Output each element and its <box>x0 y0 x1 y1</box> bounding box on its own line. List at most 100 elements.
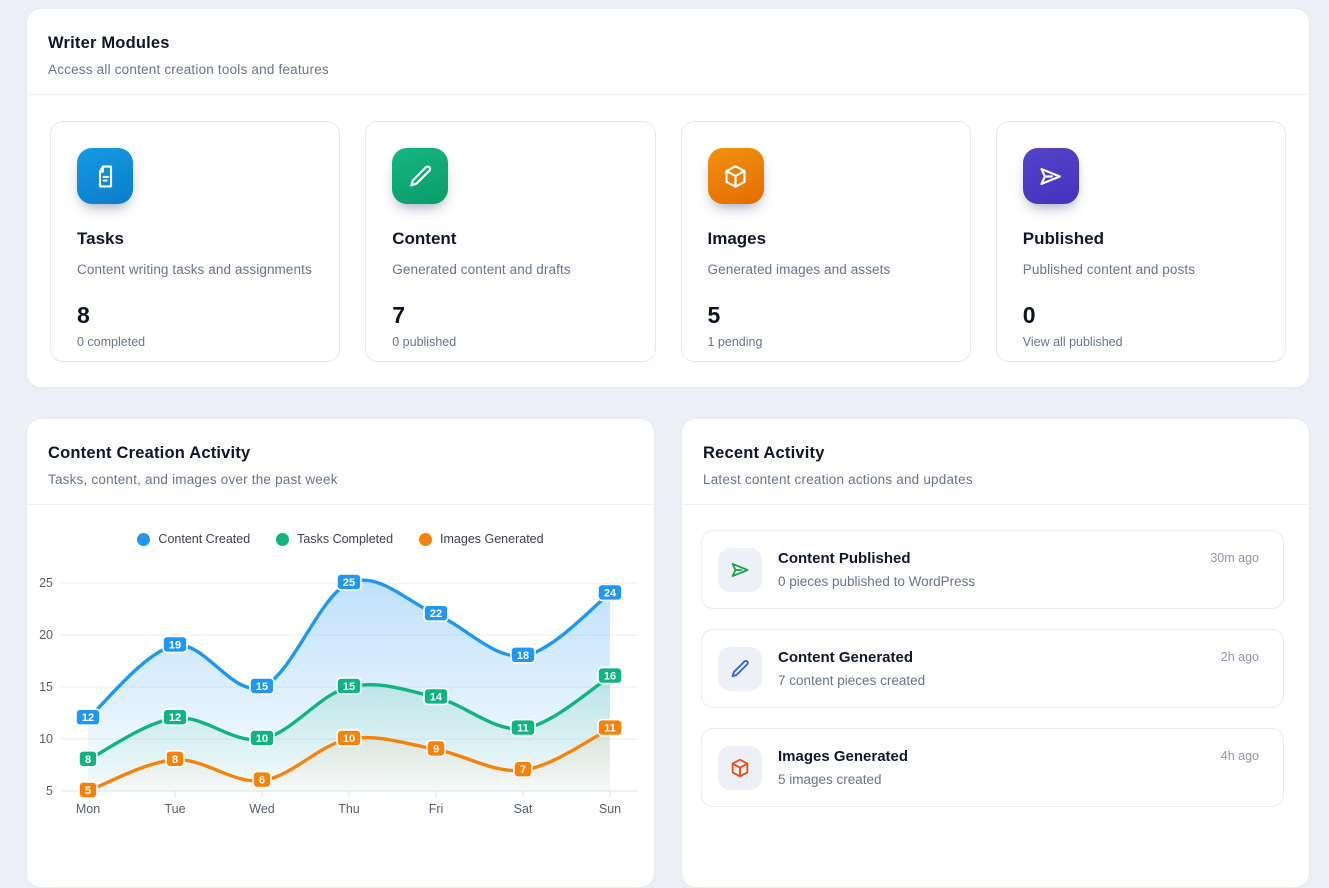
svg-text:10: 10 <box>256 733 268 745</box>
writer-modules-header: Writer Modules Access all content creati… <box>27 9 1309 77</box>
svg-text:Mon: Mon <box>76 802 100 816</box>
activity-title: Content Generated <box>778 649 1221 666</box>
module-card-published[interactable]: Published Published content and posts 0 … <box>996 121 1286 362</box>
activity-list: Content Published 0 pieces published to … <box>682 505 1309 807</box>
legend-dot <box>419 533 432 546</box>
svg-text:15: 15 <box>39 680 53 694</box>
send-icon <box>1023 148 1079 204</box>
legend-item-content-created[interactable]: Content Created <box>137 532 250 546</box>
svg-text:25: 25 <box>343 577 355 589</box>
card-footnote: 0 published <box>392 335 628 349</box>
recent-activity-header: Recent Activity Latest content creation … <box>682 419 1309 487</box>
svg-text:20: 20 <box>39 628 53 642</box>
legend-dot <box>276 533 289 546</box>
activity-panel-title: Recent Activity <box>703 444 1287 463</box>
send-icon <box>718 548 762 592</box>
card-count: 7 <box>392 302 628 329</box>
svg-text:Wed: Wed <box>249 802 275 816</box>
content-activity-panel: Content Creation Activity Tasks, content… <box>26 418 655 888</box>
svg-text:Fri: Fri <box>429 802 444 816</box>
card-description: Generated content and drafts <box>392 261 628 279</box>
card-title: Published <box>1023 229 1259 249</box>
pencil-icon <box>392 148 448 204</box>
activity-item-content-published: Content Published 0 pieces published to … <box>701 530 1284 609</box>
activity-item-content-generated: Content Generated 7 content pieces creat… <box>701 629 1284 708</box>
legend-label: Tasks Completed <box>297 532 393 546</box>
svg-text:Sat: Sat <box>514 802 533 816</box>
svg-text:14: 14 <box>430 691 443 703</box>
chart-panel-title: Content Creation Activity <box>48 444 632 463</box>
page-subtitle: Access all content creation tools and fe… <box>48 62 1287 77</box>
svg-text:16: 16 <box>604 671 616 683</box>
legend-item-tasks-completed[interactable]: Tasks Completed <box>276 532 393 546</box>
chart-panel-subtitle: Tasks, content, and images over the past… <box>48 472 632 487</box>
activity-description: 7 content pieces created <box>778 673 1221 688</box>
svg-text:12: 12 <box>169 712 181 724</box>
svg-text:18: 18 <box>517 650 529 662</box>
card-count: 5 <box>708 302 944 329</box>
svg-text:Sun: Sun <box>599 802 621 816</box>
svg-text:8: 8 <box>172 754 178 766</box>
card-title: Images <box>708 229 944 249</box>
card-count: 0 <box>1023 302 1259 329</box>
activity-title: Images Generated <box>778 748 1221 765</box>
writer-modules-panel: Writer Modules Access all content creati… <box>26 8 1310 388</box>
activity-panel-subtitle: Latest content creation actions and upda… <box>703 472 1287 487</box>
card-title: Content <box>392 229 628 249</box>
header-divider <box>27 504 654 505</box>
pencil-icon <box>718 647 762 691</box>
svg-text:7: 7 <box>520 764 526 776</box>
card-footnote: 1 pending <box>708 335 944 349</box>
document-icon <box>77 148 133 204</box>
activity-description: 0 pieces published to WordPress <box>778 574 1210 589</box>
module-card-tasks[interactable]: Tasks Content writing tasks and assignme… <box>50 121 340 362</box>
card-count: 8 <box>77 302 313 329</box>
svg-text:8: 8 <box>85 754 91 766</box>
legend-label: Content Created <box>158 532 250 546</box>
activity-text: Content Generated 7 content pieces creat… <box>778 649 1221 688</box>
svg-text:15: 15 <box>256 681 268 693</box>
activity-timestamp: 30m ago <box>1210 551 1259 565</box>
cube-icon <box>708 148 764 204</box>
chart-legend: Content Created Tasks Completed Images G… <box>27 532 654 546</box>
recent-activity-panel: Recent Activity Latest content creation … <box>681 418 1310 888</box>
content-activity-chart: 510152025MonTueWedThuFriSatSun1219152522… <box>27 561 655 861</box>
svg-text:10: 10 <box>343 733 355 745</box>
legend-item-images-generated[interactable]: Images Generated <box>419 532 544 546</box>
svg-text:Thu: Thu <box>338 802 360 816</box>
svg-text:11: 11 <box>517 723 529 735</box>
svg-text:12: 12 <box>82 712 94 724</box>
svg-text:15: 15 <box>343 681 355 693</box>
svg-text:9: 9 <box>433 743 439 755</box>
card-description: Generated images and assets <box>708 261 944 279</box>
svg-text:Tue: Tue <box>164 802 185 816</box>
card-footnote: 0 completed <box>77 335 313 349</box>
module-cards-row: Tasks Content writing tasks and assignme… <box>27 95 1309 362</box>
card-description: Content writing tasks and assignments <box>77 261 313 279</box>
activity-text: Content Published 0 pieces published to … <box>778 550 1210 589</box>
svg-text:5: 5 <box>46 784 53 798</box>
content-activity-header: Content Creation Activity Tasks, content… <box>27 419 654 487</box>
activity-text: Images Generated 5 images created <box>778 748 1221 787</box>
module-card-content[interactable]: Content Generated content and drafts 7 0… <box>365 121 655 362</box>
svg-text:24: 24 <box>604 587 617 599</box>
module-card-images[interactable]: Images Generated images and assets 5 1 p… <box>681 121 971 362</box>
activity-item-images-generated: Images Generated 5 images created 4h ago <box>701 728 1284 807</box>
activity-timestamp: 4h ago <box>1221 749 1259 763</box>
page-title: Writer Modules <box>48 34 1287 53</box>
activity-timestamp: 2h ago <box>1221 650 1259 664</box>
svg-text:10: 10 <box>39 732 53 746</box>
cube-icon <box>718 746 762 790</box>
card-description: Published content and posts <box>1023 261 1259 279</box>
card-footnote: View all published <box>1023 335 1259 349</box>
svg-text:6: 6 <box>259 775 265 787</box>
svg-text:5: 5 <box>85 785 91 797</box>
svg-text:11: 11 <box>604 723 616 735</box>
svg-text:22: 22 <box>430 608 442 620</box>
legend-label: Images Generated <box>440 532 544 546</box>
activity-title: Content Published <box>778 550 1210 567</box>
svg-text:25: 25 <box>39 576 53 590</box>
card-title: Tasks <box>77 229 313 249</box>
legend-dot <box>137 533 150 546</box>
activity-description: 5 images created <box>778 772 1221 787</box>
